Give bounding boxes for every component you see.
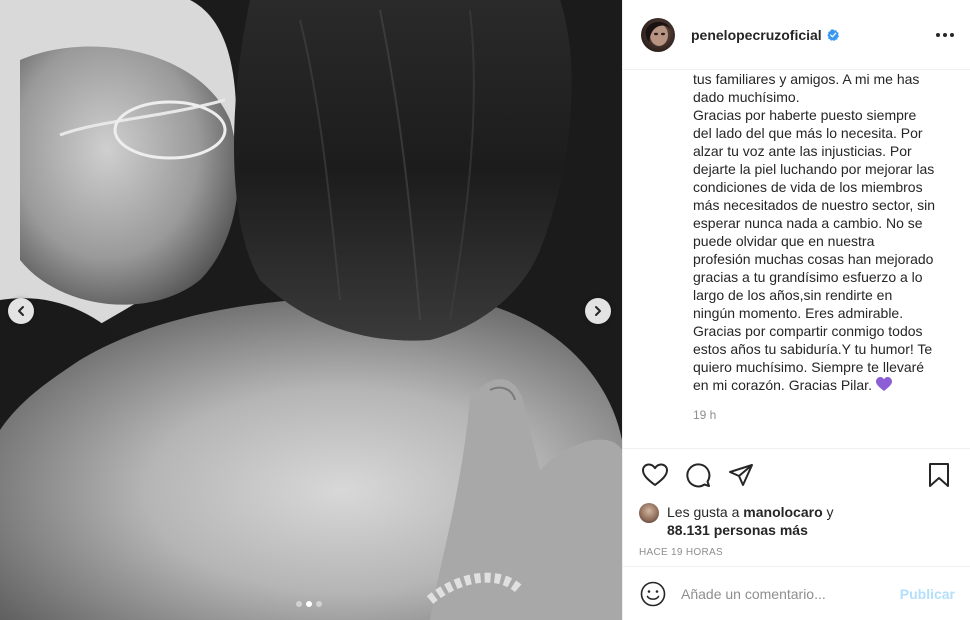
share-button[interactable] bbox=[725, 459, 757, 491]
save-button[interactable] bbox=[923, 459, 955, 491]
carousel-dot-active bbox=[306, 601, 312, 607]
avatar-image bbox=[645, 21, 671, 46]
liker-avatar[interactable] bbox=[639, 503, 659, 523]
publish-button[interactable]: Publicar bbox=[900, 586, 955, 602]
carousel-dots bbox=[296, 601, 322, 607]
purple-heart-emoji-icon bbox=[875, 377, 892, 396]
username[interactable]: penelopecruzoficial bbox=[691, 27, 822, 43]
carousel-dot bbox=[296, 601, 302, 607]
first-liker-link[interactable]: manolocaro bbox=[743, 504, 822, 520]
comment-input[interactable] bbox=[681, 585, 900, 602]
caption-body: tus familiares y amigos. A mi me has dad… bbox=[693, 71, 936, 393]
post-side-panel: penelopecruzoficial tus familiares y ami… bbox=[622, 0, 970, 620]
action-icon-row bbox=[639, 457, 955, 493]
emoji-picker-button[interactable] bbox=[639, 580, 667, 608]
likes-text: Les gusta a manolocaro y 88.131 personas… bbox=[667, 503, 834, 539]
verified-badge-icon bbox=[827, 28, 839, 41]
more-options-icon[interactable] bbox=[936, 32, 954, 37]
likes-summary: Les gusta a manolocaro y 88.131 personas… bbox=[639, 503, 955, 539]
smiley-icon bbox=[640, 581, 666, 606]
heart-icon bbox=[642, 463, 668, 486]
post-media[interactable] bbox=[0, 0, 622, 620]
comment-box: Publicar bbox=[623, 566, 970, 620]
carousel-next-button[interactable] bbox=[585, 298, 611, 324]
chevron-left-icon bbox=[18, 306, 24, 316]
comment-button[interactable] bbox=[682, 459, 714, 491]
instagram-post: penelopecruzoficial tus familiares y ami… bbox=[0, 0, 970, 620]
caption-text: tus familiares y amigos. A mi me has dad… bbox=[693, 70, 955, 396]
comment-icon bbox=[686, 463, 711, 488]
carousel-dot bbox=[316, 601, 322, 607]
post-timestamp[interactable]: Hace 19 horas bbox=[639, 547, 955, 558]
likes-conjunction: y bbox=[822, 504, 834, 520]
avatar[interactable] bbox=[641, 17, 675, 52]
post-header: penelopecruzoficial bbox=[623, 0, 970, 70]
carousel-prev-button[interactable] bbox=[8, 298, 34, 324]
caption-area: tus familiares y amigos. A mi me has dad… bbox=[623, 70, 970, 448]
likes-count-link[interactable]: 88.131 personas más bbox=[667, 522, 808, 538]
chevron-right-icon bbox=[595, 306, 601, 316]
like-button[interactable] bbox=[639, 459, 671, 491]
likes-prefix: Les gusta a bbox=[667, 504, 744, 520]
post-actions: Les gusta a manolocaro y 88.131 personas… bbox=[623, 448, 970, 558]
bookmark-icon bbox=[929, 463, 949, 487]
share-icon bbox=[729, 464, 753, 486]
post-photo bbox=[0, 0, 622, 620]
caption-time-ago: 19 h bbox=[693, 408, 717, 422]
